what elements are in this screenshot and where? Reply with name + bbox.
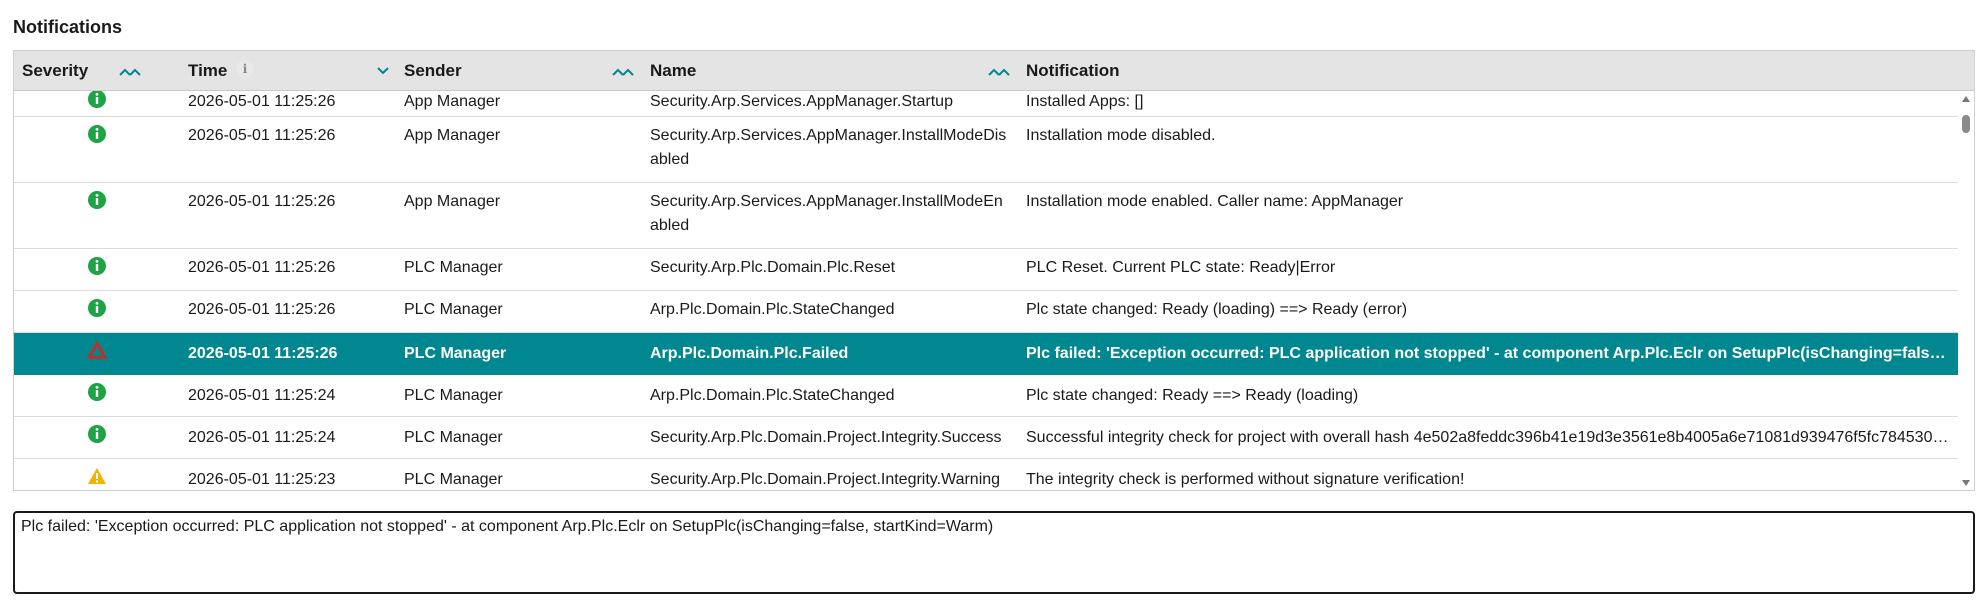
- cell-notification: Installation mode disabled.: [1026, 127, 1216, 144]
- cell-name: Security.Arp.Services.AppManager.Install…: [650, 193, 1003, 234]
- cell-notification: Plc state changed: Ready ==> Ready (load…: [1026, 387, 1359, 404]
- cell-sender: PLC Manager: [404, 387, 503, 404]
- info-icon: [88, 383, 106, 401]
- cell-sender: App Manager: [404, 193, 501, 210]
- cell-time: 2026-05-01 11:25:26: [188, 259, 336, 276]
- cell-sender: App Manager: [404, 127, 501, 144]
- column-header-sender[interactable]: Sender: [404, 51, 462, 91]
- cell-notification: The integrity check is performed without…: [1026, 471, 1465, 488]
- cell-name: Security.Arp.Plc.Domain.Project.Integrit…: [650, 471, 1001, 488]
- cell-time: 2026-05-01 11:25:24: [188, 387, 336, 404]
- cell-sender: PLC Manager: [404, 471, 503, 488]
- table-row[interactable]: 2026-05-01 11:25:23 PLC Manager Security…: [14, 459, 1958, 490]
- scroll-down-arrow-icon[interactable]: [1962, 480, 1970, 486]
- sort-toggle-icon[interactable]: [610, 63, 636, 79]
- sort-toggle-icon[interactable]: [986, 63, 1012, 79]
- info-icon: [88, 299, 106, 317]
- cell-time: 2026-05-01 11:25:24: [188, 429, 336, 446]
- sort-descending-icon[interactable]: [370, 63, 396, 79]
- column-header-name[interactable]: Name: [650, 51, 696, 91]
- table-row[interactable]: 2026-05-01 11:25:26 App Manager Security…: [14, 183, 1958, 249]
- grid-body: 2026-05-01 11:25:26 App Manager Security…: [14, 91, 1958, 490]
- cell-time: 2026-05-01 11:25:23: [188, 471, 336, 488]
- cell-sender: PLC Manager: [404, 429, 503, 446]
- table-row[interactable]: 2026-05-01 11:25:26 PLC Manager Security…: [14, 249, 1958, 291]
- cell-name: Arp.Plc.Domain.Plc.Failed: [650, 345, 849, 362]
- cell-sender: PLC Manager: [404, 345, 507, 362]
- info-icon: [88, 425, 106, 443]
- error-icon: [87, 340, 107, 359]
- cell-name: Security.Arp.Services.AppManager.Startup: [650, 93, 953, 110]
- info-icon: [88, 191, 106, 209]
- info-icon[interactable]: i: [236, 60, 254, 78]
- cell-time: 2026-05-01 11:25:26: [188, 193, 336, 210]
- cell-name: Arp.Plc.Domain.Plc.StateChanged: [650, 387, 895, 404]
- cell-sender: PLC Manager: [404, 259, 503, 276]
- cell-name: Arp.Plc.Domain.Plc.StateChanged: [650, 301, 895, 318]
- column-header-severity[interactable]: Severity: [22, 51, 88, 91]
- table-row[interactable]: 2026-05-01 11:25:26 App Manager Security…: [14, 117, 1958, 183]
- cell-name: Security.Arp.Plc.Domain.Project.Integrit…: [650, 429, 1002, 446]
- vertical-scrollbar[interactable]: [1958, 91, 1974, 490]
- notification-detail-box[interactable]: Plc failed: 'Exception occurred: PLC app…: [13, 511, 1975, 594]
- info-icon: [88, 125, 106, 143]
- column-header-time[interactable]: Time: [188, 51, 227, 91]
- cell-notification: Installation mode enabled. Caller name: …: [1026, 193, 1404, 210]
- info-icon: [88, 257, 106, 275]
- page-title: Notifications: [13, 17, 123, 37]
- table-row[interactable]: 2026-05-01 11:25:24 PLC Manager Arp.Plc.…: [14, 375, 1958, 417]
- cell-sender: App Manager: [404, 93, 501, 110]
- cell-notification: Successful integrity check for project w…: [1026, 429, 1954, 446]
- cell-notification: Installed Apps: []: [1026, 93, 1144, 110]
- cell-time: 2026-05-01 11:25:26: [188, 127, 336, 144]
- cell-sender: PLC Manager: [404, 301, 503, 318]
- notifications-grid: Severity Time i Sender Name Notification…: [13, 50, 1975, 491]
- cell-name: Security.Arp.Plc.Domain.Plc.Reset: [650, 259, 896, 276]
- cell-time: 2026-05-01 11:25:26: [188, 345, 338, 362]
- warning-icon: [88, 468, 106, 484]
- cell-notification: Plc failed: 'Exception occurred: PLC app…: [1026, 345, 1954, 362]
- sort-toggle-icon[interactable]: [117, 63, 143, 79]
- table-row[interactable]: 2026-05-01 11:25:24 PLC Manager Security…: [14, 417, 1958, 459]
- cell-notification: PLC Reset. Current PLC state: Ready|Erro…: [1026, 259, 1336, 276]
- table-row[interactable]: 2026-05-01 11:25:26 App Manager Security…: [14, 91, 1958, 117]
- scroll-up-arrow-icon[interactable]: [1962, 96, 1970, 102]
- table-row[interactable]: 2026-05-01 11:25:26 PLC Manager Arp.Plc.…: [14, 291, 1958, 333]
- cell-time: 2026-05-01 11:25:26: [188, 93, 336, 110]
- cell-time: 2026-05-01 11:25:26: [188, 301, 336, 318]
- scrollbar-thumb[interactable]: [1962, 115, 1970, 133]
- column-header-notification[interactable]: Notification: [1026, 51, 1120, 91]
- cell-notification: Plc state changed: Ready (loading) ==> R…: [1026, 301, 1408, 318]
- table-row-selected[interactable]: 2026-05-01 11:25:26 PLC Manager Arp.Plc.…: [14, 333, 1958, 375]
- info-icon: [88, 91, 106, 108]
- grid-header: Severity Time i Sender Name Notification: [14, 51, 1974, 91]
- cell-name: Security.Arp.Services.AppManager.Install…: [650, 127, 1007, 168]
